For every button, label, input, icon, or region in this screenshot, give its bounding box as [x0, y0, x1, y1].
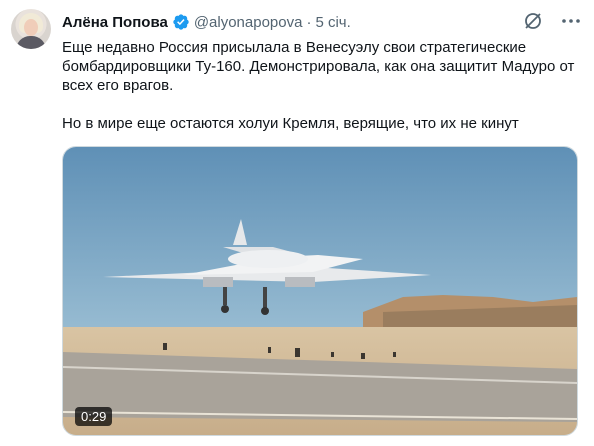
tweet-paragraph-2: Но в мире еще остаются холуи Кремля, вер…: [62, 115, 519, 132]
tweet-header: Алёна Попова @alyonapopova · 5 січ.: [62, 11, 351, 33]
tweet-paragraph-1: Еще недавно Россия присылала в Венесуэлу…: [62, 39, 575, 94]
separator-dot: ·: [306, 13, 312, 31]
timestamp[interactable]: 5 січ.: [315, 14, 350, 31]
video-duration: 0:29: [75, 407, 113, 426]
more-icon[interactable]: [560, 10, 582, 32]
avatar[interactable]: [11, 9, 51, 49]
verified-badge-icon: [172, 13, 190, 31]
avatar-shoulders: [16, 36, 46, 49]
tweet[interactable]: Алёна Попова @alyonapopova · 5 січ. Еще …: [0, 0, 594, 446]
video-frame: [63, 147, 577, 435]
grok-icon[interactable]: [522, 10, 544, 32]
author-name[interactable]: Алёна Попова: [62, 14, 168, 31]
avatar-face: [24, 19, 38, 36]
tweet-text: Еще недавно Россия присылала в Венесуэлу…: [62, 38, 582, 133]
header-actions: [522, 10, 582, 32]
author-handle[interactable]: @alyonapopova: [194, 14, 303, 31]
video-player[interactable]: 0:29: [62, 146, 578, 436]
